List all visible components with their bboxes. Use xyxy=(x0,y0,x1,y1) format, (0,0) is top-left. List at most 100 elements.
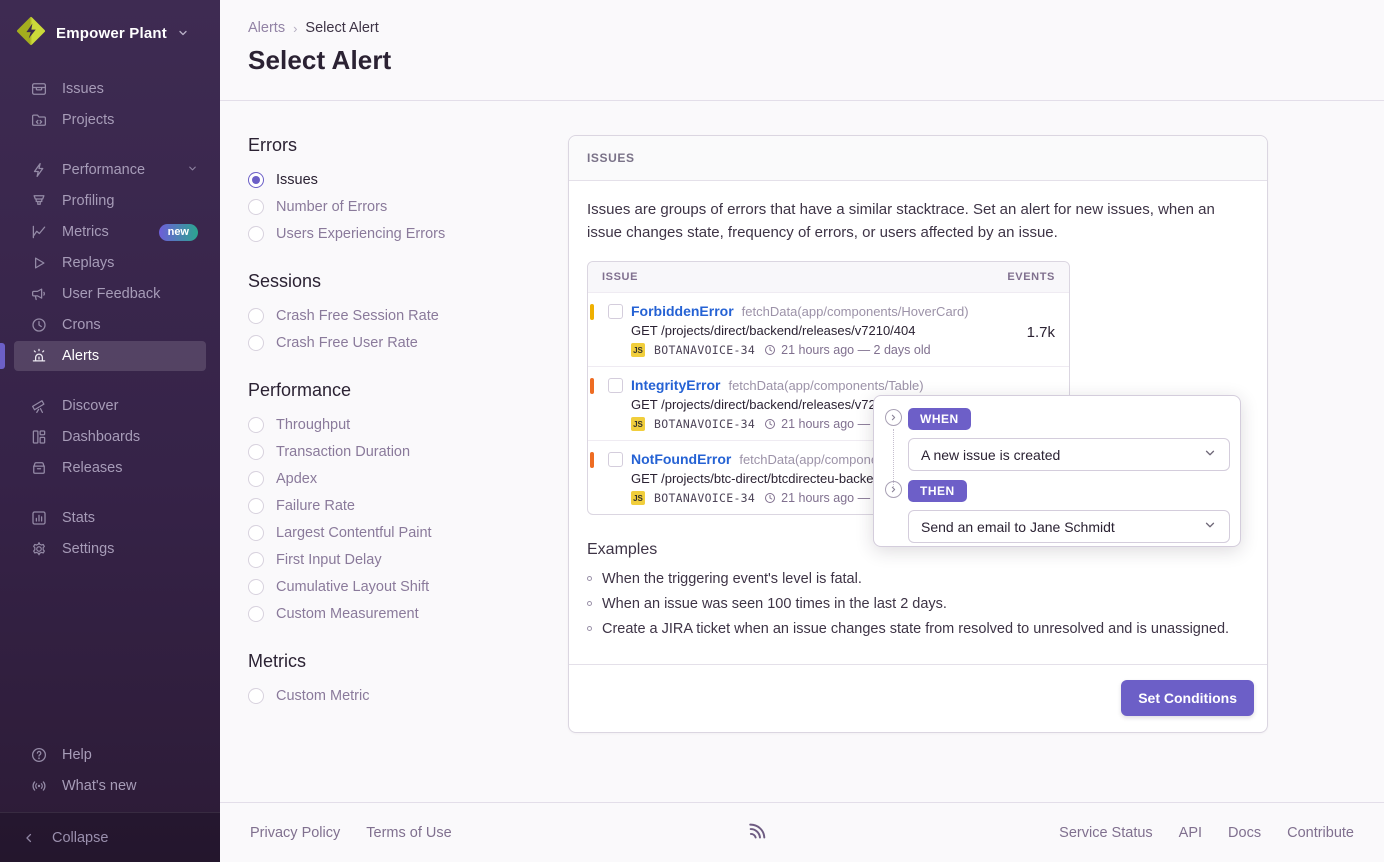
terms-of-use-link[interactable]: Terms of Use xyxy=(366,825,451,841)
issue-level-indicator xyxy=(590,378,594,394)
when-condition-value: A new issue is created xyxy=(921,447,1060,463)
sidebar-item-label: Performance xyxy=(62,162,145,178)
radio-dot[interactable] xyxy=(248,498,264,514)
contribute-link[interactable]: Contribute xyxy=(1287,825,1354,841)
section-title: Errors xyxy=(248,135,548,156)
table-row[interactable]: ForbiddenError fetchData(app/components/… xyxy=(588,292,1069,366)
issue-checkbox[interactable] xyxy=(608,378,623,393)
when-then-popup: WHEN A new issue is created THEN Send an… xyxy=(873,395,1241,547)
sidebar-item-issues[interactable]: Issues xyxy=(14,74,206,104)
sidebar-item-profiling[interactable]: Profiling xyxy=(14,186,206,216)
performance-icon xyxy=(30,161,48,179)
issue-checkbox[interactable] xyxy=(608,304,623,319)
metrics-icon xyxy=(30,223,48,241)
issues-panel: ISSUES Issues are groups of errors that … xyxy=(568,135,1268,733)
radio-dot[interactable] xyxy=(248,579,264,595)
sidebar-item-dashboards[interactable]: Dashboards xyxy=(14,422,206,452)
radio-largest-contentful-paint[interactable]: Largest Contentful Paint xyxy=(248,519,548,546)
radio-cumulative-layout-shift[interactable]: Cumulative Layout Shift xyxy=(248,573,548,600)
sidebar-item-label: Settings xyxy=(62,541,114,557)
sidebar-item-user-feedback[interactable]: User Feedback xyxy=(14,279,206,309)
sidebar-item-label: Profiling xyxy=(62,193,114,209)
sidebar-item-settings[interactable]: Settings xyxy=(14,534,206,564)
radio-number-of-errors[interactable]: Number of Errors xyxy=(248,193,548,220)
sidebar-item-metrics[interactable]: Metrics new xyxy=(14,217,206,247)
radio-issues[interactable]: Issues xyxy=(248,166,548,193)
projects-icon xyxy=(30,111,48,129)
sidebar-item-stats[interactable]: Stats xyxy=(14,503,206,533)
telescope-icon xyxy=(30,397,48,415)
issue-title-link[interactable]: ForbiddenError xyxy=(631,303,734,319)
sidebar: Empower Plant Issues Projects Performanc… xyxy=(0,0,220,862)
radio-dot[interactable] xyxy=(248,308,264,324)
breadcrumb-alerts-link[interactable]: Alerts xyxy=(248,20,285,36)
org-switcher[interactable]: Empower Plant xyxy=(0,0,220,65)
issue-transaction: GET /projects/direct/backend/releases/v7… xyxy=(631,323,1055,338)
panel-description: Issues are groups of errors that have a … xyxy=(587,199,1247,244)
sidebar-item-alerts[interactable]: Alerts xyxy=(14,341,206,371)
service-status-link[interactable]: Service Status xyxy=(1059,825,1153,841)
issue-title-link[interactable]: NotFoundError xyxy=(631,451,731,467)
issue-checkbox[interactable] xyxy=(608,452,623,467)
sidebar-item-performance[interactable]: Performance xyxy=(14,155,206,185)
issue-title-link[interactable]: IntegrityError xyxy=(631,377,720,393)
radio-dot[interactable] xyxy=(248,444,264,460)
radio-failure-rate[interactable]: Failure Rate xyxy=(248,492,548,519)
sentry-logo-icon xyxy=(742,818,768,848)
radio-custom-metric[interactable]: Custom Metric xyxy=(248,682,548,709)
radio-throughput[interactable]: Throughput xyxy=(248,411,548,438)
chevron-down-icon[interactable] xyxy=(187,162,198,178)
radio-dot[interactable] xyxy=(248,688,264,704)
then-action-value: Send an email to Jane Schmidt xyxy=(921,519,1115,535)
clock-icon xyxy=(764,418,776,430)
circle-arrow-icon xyxy=(885,481,902,498)
chevron-down-icon xyxy=(177,26,189,44)
sidebar-item-label: Releases xyxy=(62,460,122,476)
radio-apdex[interactable]: Apdex xyxy=(248,465,548,492)
sidebar-item-label: Issues xyxy=(62,81,104,97)
radio-users-experiencing-errors[interactable]: Users Experiencing Errors xyxy=(248,220,548,247)
privacy-policy-link[interactable]: Privacy Policy xyxy=(250,825,340,841)
radio-dot[interactable] xyxy=(248,471,264,487)
radio-custom-measurement[interactable]: Custom Measurement xyxy=(248,600,548,627)
docs-link[interactable]: Docs xyxy=(1228,825,1261,841)
radio-dot[interactable] xyxy=(248,525,264,541)
replays-icon xyxy=(30,254,48,272)
sidebar-item-releases[interactable]: Releases xyxy=(14,453,206,483)
breadcrumb-current: Select Alert xyxy=(305,20,378,36)
set-conditions-button[interactable]: Set Conditions xyxy=(1121,680,1254,716)
chevron-left-icon xyxy=(22,831,36,845)
radio-dot[interactable] xyxy=(248,606,264,622)
sidebar-item-label: Alerts xyxy=(62,348,99,364)
sidebar-item-projects[interactable]: Projects xyxy=(14,105,206,135)
when-condition-select[interactable]: A new issue is created xyxy=(908,438,1230,471)
section-title: Sessions xyxy=(248,271,548,292)
then-action-select[interactable]: Send an email to Jane Schmidt xyxy=(908,510,1230,543)
sidebar-item-label: Help xyxy=(62,747,92,763)
radio-dot[interactable] xyxy=(248,335,264,351)
radio-transaction-duration[interactable]: Transaction Duration xyxy=(248,438,548,465)
collapse-sidebar-button[interactable]: Collapse xyxy=(0,812,220,862)
sidebar-item-discover[interactable]: Discover xyxy=(14,391,206,421)
api-link[interactable]: API xyxy=(1179,825,1202,841)
sidebar-item-help[interactable]: Help xyxy=(14,740,206,770)
radio-crash-free-user-rate[interactable]: Crash Free User Rate xyxy=(248,329,548,356)
sidebar-item-whats-new[interactable]: What's new xyxy=(14,771,206,801)
radio-crash-free-session-rate[interactable]: Crash Free Session Rate xyxy=(248,302,548,329)
clock-icon xyxy=(30,316,48,334)
radio-first-input-delay[interactable]: First Input Delay xyxy=(248,546,548,573)
radio-dot[interactable] xyxy=(248,199,264,215)
radio-dot[interactable] xyxy=(248,226,264,242)
radio-dot[interactable] xyxy=(248,172,264,188)
sidebar-item-crons[interactable]: Crons xyxy=(14,310,206,340)
dashboards-icon xyxy=(30,428,48,446)
megaphone-icon xyxy=(30,285,48,303)
when-badge: WHEN xyxy=(908,408,971,430)
radio-dot[interactable] xyxy=(248,417,264,433)
panel-header: ISSUES xyxy=(569,136,1267,181)
column-header-issue: ISSUE xyxy=(602,271,638,283)
radio-dot[interactable] xyxy=(248,552,264,568)
issue-level-indicator xyxy=(590,452,594,468)
clock-icon xyxy=(764,344,776,356)
sidebar-item-replays[interactable]: Replays xyxy=(14,248,206,278)
